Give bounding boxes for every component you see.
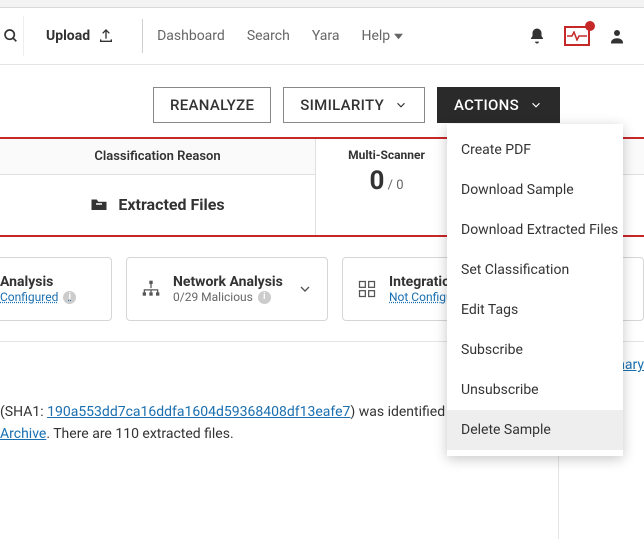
menu-unsubscribe[interactable]: Unsubscribe <box>447 370 623 410</box>
integrations-icon <box>357 279 377 299</box>
top-nav: Dashboard Search Yara Help <box>157 28 403 44</box>
search-icon[interactable] <box>0 16 24 56</box>
menu-download-extracted[interactable]: Download Extracted Files <box>447 210 623 250</box>
health-badge <box>585 21 595 31</box>
menu-download-sample[interactable]: Download Sample <box>447 170 623 210</box>
info-icon: i <box>258 291 271 304</box>
actions-label: ACTIONS <box>454 96 519 114</box>
extracted-files-label: Extracted Files <box>118 195 224 214</box>
similarity-label: SIMILARITY <box>300 96 384 114</box>
extracted-files-cell[interactable]: Extracted Files <box>0 175 315 233</box>
network-analysis-card[interactable]: Network Analysis 0/29 Maliciousi <box>126 257 328 321</box>
upload-label: Upload <box>46 28 90 44</box>
analysis-title: Analysis <box>0 274 76 291</box>
multiscanner-count: 0 <box>369 166 384 196</box>
nav-dashboard[interactable]: Dashboard <box>157 28 225 44</box>
analysis-sub: Configuredi <box>0 290 76 304</box>
network-icon <box>141 280 161 298</box>
reanalyze-label: REANALYZE <box>170 96 254 114</box>
chevron-down-icon <box>297 281 313 297</box>
sha1-link[interactable]: 190a553dd7ca16ddfa1604d59368408df13eafe7 <box>47 404 350 420</box>
reanalyze-button[interactable]: REANALYZE <box>153 87 271 123</box>
browser-chrome <box>0 0 644 8</box>
classification-header: Classification Reason <box>0 139 315 175</box>
multiscanner-total: / 0 <box>384 178 403 193</box>
nav-yara[interactable]: Yara <box>312 28 340 44</box>
actions-button[interactable]: ACTIONS <box>437 87 560 123</box>
network-title: Network Analysis <box>173 274 283 291</box>
menu-set-classification[interactable]: Set Classification <box>447 250 623 290</box>
desc-pre: (SHA1: <box>0 404 47 420</box>
network-sub: 0/29 Maliciousi <box>173 290 283 304</box>
chevron-down-icon <box>394 98 408 112</box>
upload-button[interactable]: Upload <box>24 28 128 44</box>
info-icon: i <box>63 291 76 304</box>
multiscanner-label: Multi-Scanner <box>316 148 457 162</box>
archive-link[interactable]: Archive <box>0 426 46 442</box>
bell-icon[interactable] <box>528 27 546 45</box>
menu-delete-sample[interactable]: Delete Sample <box>447 410 623 450</box>
menu-edit-tags[interactable]: Edit Tags <box>447 290 623 330</box>
toolbar-divider <box>142 19 143 53</box>
multiscanner-value: 0 / 0 <box>316 166 457 196</box>
nav-help-label: Help <box>361 28 390 44</box>
user-icon[interactable] <box>608 27 626 45</box>
analysis-card[interactable]: Analysis Configuredi <box>0 257 112 321</box>
multiscanner-column: . Multi-Scanner 0 / 0 <box>316 139 458 235</box>
nav-help[interactable]: Help <box>361 28 403 44</box>
extracted-files-icon <box>90 196 108 212</box>
desc-post: ) was identified <box>350 404 445 420</box>
nav-search[interactable]: Search <box>247 28 290 44</box>
top-toolbar: Upload Dashboard Search Yara Help <box>0 8 644 64</box>
chevron-down-icon <box>529 98 543 112</box>
menu-subscribe[interactable]: Subscribe <box>447 330 623 370</box>
desc-tail: . There are 110 extracted files. <box>46 426 233 442</box>
caret-down-icon <box>394 32 403 41</box>
similarity-button[interactable]: SIMILARITY <box>283 87 425 123</box>
actions-menu: Create PDF Download Sample Download Extr… <box>447 124 623 456</box>
system-health-icon[interactable] <box>564 26 590 46</box>
classification-column: Classification Reason Extracted Files <box>0 139 316 235</box>
menu-create-pdf[interactable]: Create PDF <box>447 130 623 170</box>
